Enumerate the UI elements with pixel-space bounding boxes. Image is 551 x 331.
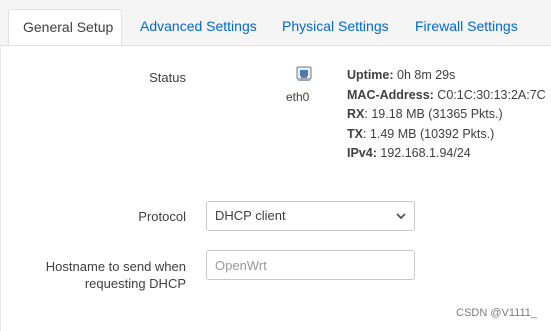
panel-border [0, 45, 1, 331]
tab-physical-settings[interactable]: Physical Settings [282, 9, 389, 45]
mac-address-row: MAC-Address: C0:1C:30:13:2A:7C [347, 87, 546, 102]
uptime-row: Uptime: 0h 8m 29s [347, 68, 456, 82]
ipv4-row: IPv4: 192.168.1.94/24 [347, 146, 471, 161]
status-label: Status [149, 70, 186, 85]
tab-bar: General Setup Advanced Settings Physical… [0, 0, 551, 46]
watermark: CSDN @V1111_ [456, 307, 537, 319]
ethernet-port-icon [296, 66, 312, 81]
status-info: Uptime: 0h 8m 29s MAC-Address: C0:1C:30:… [347, 66, 546, 164]
tx-row: TX: 1.49 MB (10392 Pkts.) [347, 126, 495, 141]
interface-name: eth0 [286, 90, 310, 104]
tab-general-setup[interactable]: General Setup [8, 9, 122, 45]
protocol-label: Protocol [138, 209, 186, 224]
rx-row: RX: 19.18 MB (31365 Pkts.) [347, 107, 503, 122]
tab-firewall-settings[interactable]: Firewall Settings [415, 9, 518, 45]
chevron-down-icon [396, 213, 406, 220]
protocol-selected-value: DHCP client [215, 208, 286, 223]
hostname-label: Hostname to send when requesting DHCP [45, 259, 186, 291]
hostname-input[interactable] [206, 250, 415, 280]
tab-advanced-settings[interactable]: Advanced Settings [140, 9, 257, 45]
protocol-select[interactable]: DHCP client [206, 201, 415, 231]
